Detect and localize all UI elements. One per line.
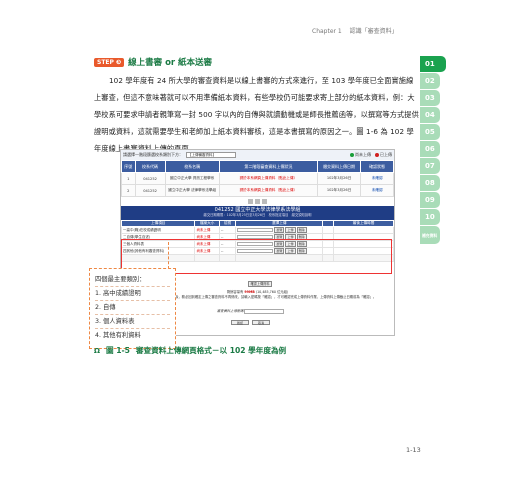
legend-not-uploaded: 尚未上傳 — [350, 152, 371, 158]
upload-link[interactable]: 請於本系網頁上傳資料（點此上傳） — [218, 172, 318, 185]
chapter-tab-appendix[interactable]: 補充資料 — [420, 226, 440, 244]
chapter-tab-06[interactable]: 06 — [420, 141, 440, 157]
cell: 102年3月26日 — [316, 172, 362, 185]
chapter-tabs: 01 02 03 04 05 06 07 08 09 10 補充資料 — [420, 56, 446, 245]
password-input[interactable] — [244, 308, 285, 314]
chapter-tab-10[interactable]: 10 — [420, 209, 440, 225]
cell: 041252 — [134, 184, 166, 197]
col-header: 校系名稱 — [164, 160, 220, 173]
table-row[interactable]: 2 041252 國立中正大學 法律學系法學組 請於本系網頁上傳資料（點此上傳）… — [121, 184, 394, 197]
col-header: 序號 — [121, 160, 136, 173]
section-heading: STEP ❸ 線上書審 or 紙本送審 — [94, 56, 212, 68]
chapter-tab-03[interactable]: 03 — [420, 90, 440, 106]
chapter-label: Chapter 1 — [312, 28, 342, 35]
password-label: 審查資料上傳密碼 — [217, 309, 244, 313]
browse-button[interactable]: 瀏覽 — [274, 227, 285, 233]
upload-link[interactable]: 請於本系網頁上傳資料（點此上傳） — [218, 184, 318, 197]
confirm-status[interactable]: 未確認 — [360, 184, 394, 197]
pager-dot[interactable] — [248, 199, 253, 204]
pager-dot[interactable] — [262, 199, 267, 204]
screenshot-toolbar: 請選擇一階段篩選校系類別下方： 【上傳備審資料】 尚未上傳 已上傳 — [121, 150, 394, 160]
detail-header: 041252 國立中正大學法律學系法學組 繳交日期期限：102年3月25日至3月… — [121, 206, 394, 220]
password-row: 審查資料上傳密碼 — [217, 308, 285, 314]
chapter-title: 認識「審查資料」 — [349, 28, 398, 35]
callout-item: 4. 其他有利資料 — [95, 332, 141, 339]
item-view: -- — [218, 226, 237, 234]
confirm-upload-button[interactable]: 確認上傳資料 — [248, 281, 272, 287]
confirm-status[interactable]: 未確認 — [360, 172, 394, 185]
confirm-button[interactable]: 確認 — [231, 320, 249, 325]
callout-item: 2. 自傳 — [95, 301, 170, 315]
pager — [121, 197, 394, 206]
figure-icon: Ω — [94, 346, 100, 355]
legend-uploaded: 已上傳 — [375, 152, 392, 158]
chapter-tab-09[interactable]: 09 — [420, 192, 440, 208]
callout-connector — [168, 242, 169, 269]
item-status: 尚未上傳 — [194, 226, 220, 234]
file-path-input[interactable] — [237, 228, 274, 232]
callout-title: 四個最主要類別： — [95, 273, 170, 287]
callout-item: 1. 高中成績證明 — [95, 287, 170, 301]
chapter-tab-01[interactable]: 01 — [420, 56, 446, 72]
col-header: 校系代碼 — [134, 160, 166, 173]
remaining-capacity: 99MB — [244, 290, 255, 294]
green-dot-icon — [350, 153, 354, 157]
callout-item: 3. 個人資料表 — [95, 315, 170, 329]
pager-dot[interactable] — [255, 199, 260, 204]
page-header: Chapter 1 認識「審查資料」 — [312, 26, 404, 35]
cancel-button[interactable]: 取消 — [252, 320, 270, 325]
category-select[interactable]: 【上傳備審資料】 — [186, 152, 236, 158]
step-badge: STEP ❸ — [94, 57, 125, 67]
section-title: 線上書審 or 紙本送審 — [128, 58, 213, 68]
col-header: 確認狀態 — [360, 160, 394, 173]
cell: 國立中正大學 法律學系法學組 — [164, 184, 220, 197]
delete-button[interactable]: 刪除 — [296, 227, 307, 233]
figure-label: 圖 1-5 — [105, 346, 130, 355]
chapter-tab-07[interactable]: 07 — [420, 158, 440, 174]
red-dot-icon — [375, 153, 379, 157]
col-header: 繳交資料上傳日期 — [316, 160, 362, 173]
page-number: 1-13 — [406, 446, 421, 454]
col-header: 第二階段審查資料上傳狀況 — [218, 160, 318, 173]
status-legend: 尚未上傳 已上傳 — [350, 152, 392, 158]
chapter-tab-04[interactable]: 04 — [420, 107, 440, 123]
password-actions: 確認 取消 — [231, 320, 270, 325]
upload-button[interactable]: 上傳 — [285, 227, 296, 233]
cell: 2 — [121, 184, 136, 197]
cell: 1 — [121, 172, 136, 185]
detail-subtitle: 繳交日期期限：102年3月25日至3月26日 校系指定項目 繳交須知說明 — [203, 213, 312, 217]
department-table: 序號 校系代碼 校系名稱 第二階段審查資料上傳狀況 繳交資料上傳日期 確認狀態 … — [121, 160, 394, 197]
cell: 041252 — [134, 172, 166, 185]
callout-box: 四個最主要類別： 1. 高中成績證明 2. 自傳 3. 個人資料表 4. 其他有… — [89, 268, 176, 349]
chapter-tab-02[interactable]: 02 — [420, 73, 440, 89]
item-label: 一高中(職)在校成績證明 — [121, 226, 196, 234]
figure-text: 審查資料上傳網頁格式－以 102 學年度為例 — [135, 346, 287, 355]
cell: 國立中正大學 資訊工程學系 — [164, 172, 220, 185]
body-paragraph: 102 學年度有 24 所大學的審查資料是以線上書審的方式來進行，至 103 學… — [94, 76, 419, 153]
table-row[interactable]: 1 041252 國立中正大學 資訊工程學系 請於本系網頁上傳資料（點此上傳） … — [121, 172, 394, 185]
chapter-tab-08[interactable]: 08 — [420, 175, 440, 191]
toolbar-prompt: 請選擇一階段篩選校系類別下方： — [123, 152, 183, 157]
figure-caption: Ω 圖 1-5 審查資料上傳網頁格式－以 102 學年度為例 — [94, 345, 286, 356]
chapter-tab-05[interactable]: 05 — [420, 124, 440, 140]
cell: 102年3月26日 — [316, 184, 362, 197]
upload-row: 一高中(職)在校成績證明 尚未上傳 -- 瀏覽 上傳 刪除 — [121, 226, 394, 234]
